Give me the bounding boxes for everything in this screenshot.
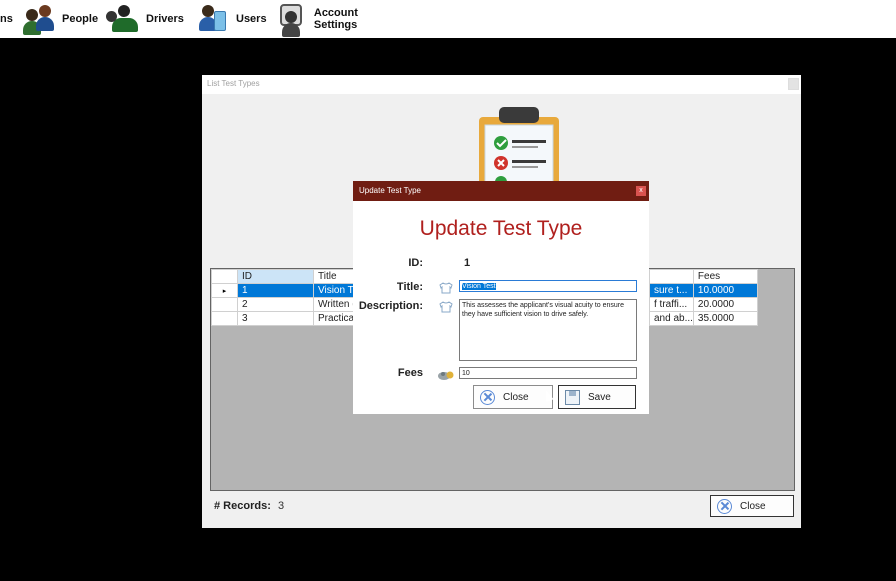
id-label: ID: <box>408 257 423 269</box>
fees-input[interactable]: 10 <box>459 367 637 379</box>
cell-id: 2 <box>237 297 314 312</box>
description-textarea[interactable]: This assesses the applicant's visual acu… <box>459 299 637 361</box>
close-icon <box>480 389 495 405</box>
save-button-label: Save <box>588 391 611 403</box>
cell-id: 1 <box>237 283 314 298</box>
list-window-titlebar: List Test Types <box>202 75 801 94</box>
cell-description: sure t... <box>649 283 694 298</box>
title-label: Title: <box>396 281 423 293</box>
dialog-save-button[interactable]: Save <box>558 385 636 409</box>
fees-label: Fees <box>397 367 423 379</box>
list-close-button[interactable]: Close <box>710 495 794 517</box>
menu-item-label: Drivers <box>146 13 184 25</box>
menu-item-drivers[interactable]: Drivers <box>106 0 196 38</box>
save-disk-icon <box>565 389 580 405</box>
records-count-label: # Records: <box>214 500 271 512</box>
menu-item-label: Account Settings <box>313 7 358 31</box>
description-label: Description: <box>358 300 423 312</box>
id-value: 1 <box>464 257 471 269</box>
title-input[interactable]: Vision Test <box>459 280 637 292</box>
cell-fees: 35.0000 <box>692 311 758 326</box>
shirt-icon <box>439 300 453 313</box>
account-settings-icon <box>274 2 310 37</box>
row-header-corner <box>211 269 238 284</box>
row-selector-icon: ▸ <box>211 283 238 298</box>
menu-item-account-settings[interactable]: Account Settings <box>274 0 404 38</box>
cell-description: f traffi... <box>649 297 694 312</box>
column-header-fees[interactable]: Fees <box>692 269 758 284</box>
menu-item-users[interactable]: Users <box>196 0 274 38</box>
close-icon <box>717 498 732 514</box>
shirt-icon <box>439 281 453 294</box>
menu-item-applications[interactable]: ns <box>0 0 22 38</box>
list-window-title: List Test Types <box>207 79 260 88</box>
dialog-titlebar: Update Test Type x <box>353 181 649 201</box>
menu-item-people[interactable]: People <box>22 0 106 38</box>
dialog-close-button[interactable]: Close <box>473 385 553 409</box>
dialog-close-icon[interactable]: x <box>636 186 646 196</box>
drivers-icon <box>106 2 142 36</box>
dialog-heading: Update Test Type <box>419 217 583 240</box>
title-input-value: Vision Test <box>462 283 496 290</box>
menu-item-label: People <box>62 13 99 25</box>
column-header-description[interactable] <box>649 269 694 284</box>
column-header-id[interactable]: ID <box>237 269 314 284</box>
close-button-label: Close <box>740 500 766 512</box>
people-icon <box>22 2 58 36</box>
cell-fees: 10.0000 <box>692 283 758 298</box>
window-close-icon[interactable] <box>788 78 799 90</box>
users-icon <box>196 2 232 36</box>
close-button-label: Close <box>503 391 529 403</box>
cell-fees: 20.0000 <box>692 297 758 312</box>
menu-item-label: Users <box>236 13 267 25</box>
money-icon <box>437 368 455 380</box>
dialog-window-title: Update Test Type <box>359 186 421 195</box>
clipboard-checklist-icon <box>474 107 564 189</box>
records-count-value: 3 <box>278 500 285 512</box>
update-test-type-dialog: Update Test Type x Update Test Type ID: … <box>353 181 649 414</box>
menu-item-label: ns <box>0 13 13 25</box>
main-menu-bar: ns People Drivers Users Account Settings <box>0 0 896 38</box>
cell-id: 3 <box>237 311 314 326</box>
cell-description: and ab... <box>649 311 694 326</box>
